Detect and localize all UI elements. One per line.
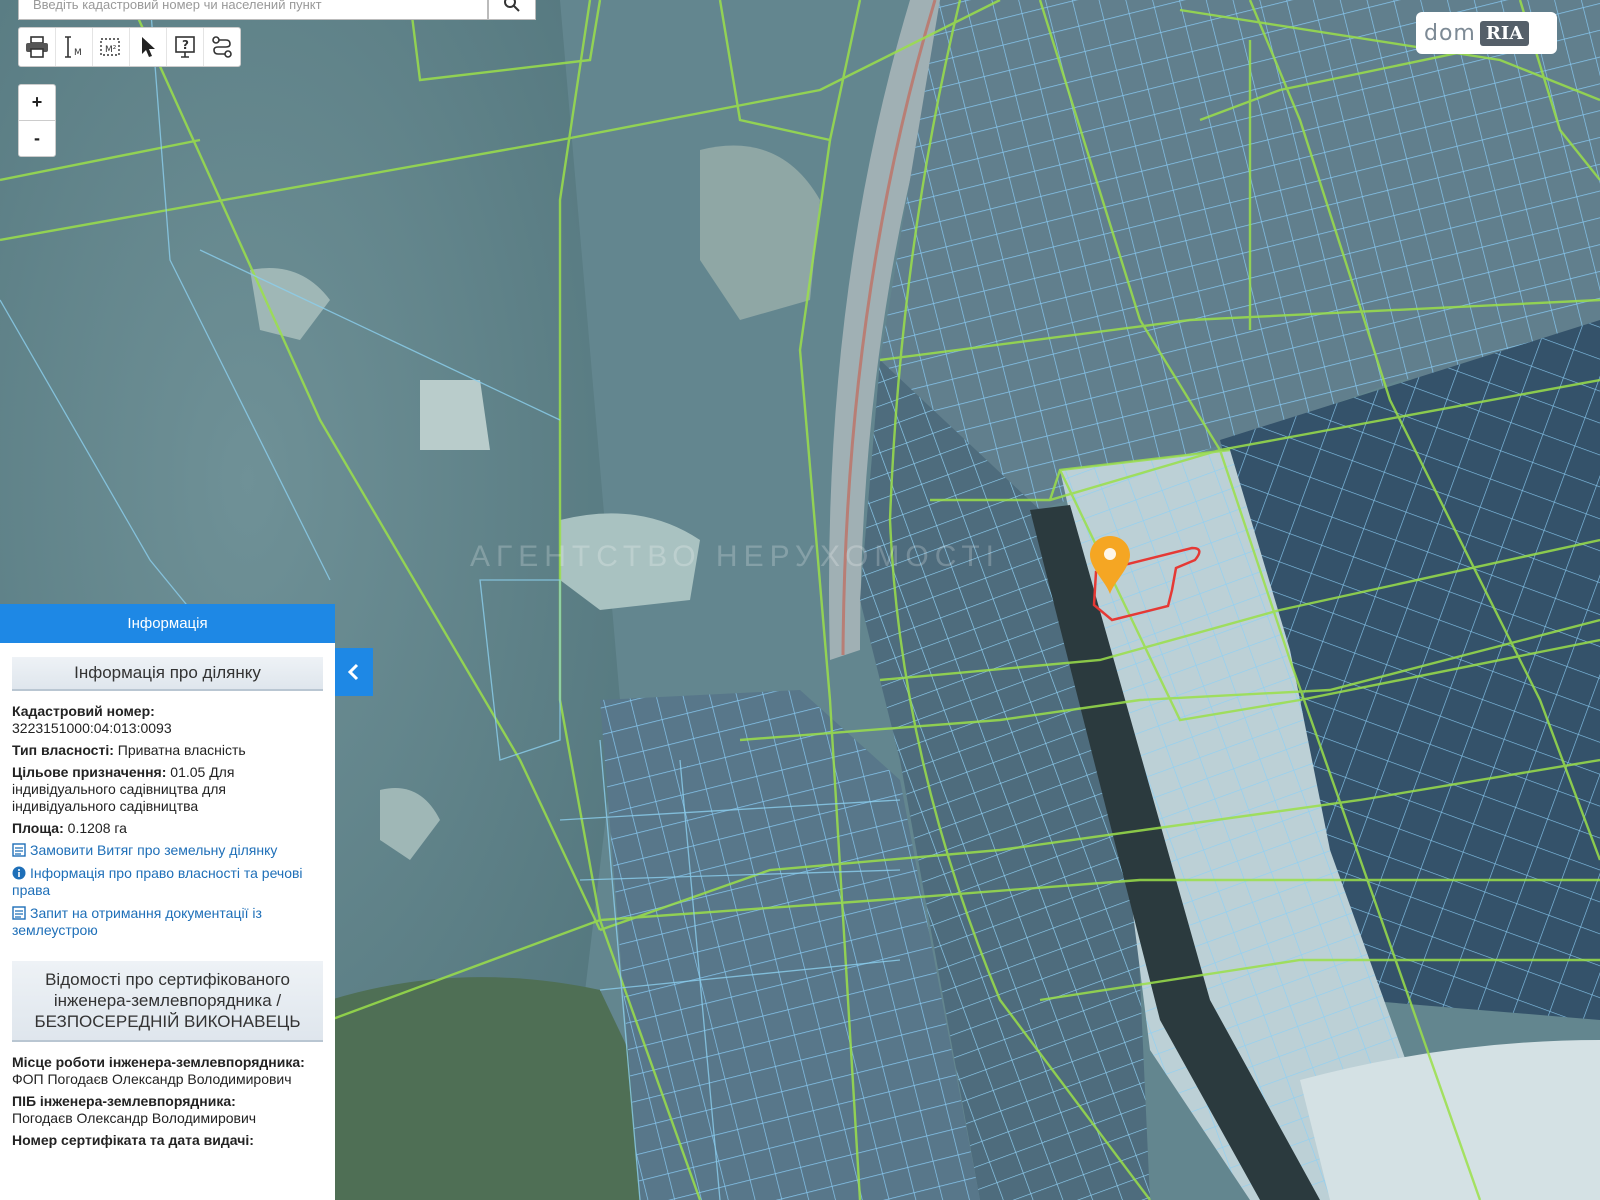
area-row: Площа: 0.1208 га [0,820,335,837]
parcel-info-title: Інформація про ділянку [12,657,323,691]
ownership-label: Тип власності: [12,742,114,758]
workplace-label: Місце роботи інженера-землевпорядника: [12,1054,305,1070]
print-button[interactable] [19,28,56,66]
measure-distance-icon: M [65,36,82,58]
purpose-label: Цільове призначення: [12,764,167,780]
info-icon: ? [175,36,195,58]
engineer-name-value: Погодаєв Олександр Володимирович [12,1110,257,1126]
measure-area-button[interactable]: M² [93,28,130,66]
engineer-info-title: Відомості про сертифікованого інженера-з… [12,961,323,1042]
measure-area-icon: M² [100,38,120,56]
ownership-value: Приватна власність [117,742,246,758]
zoom-control: + - [18,84,56,157]
search-icon [504,0,520,12]
area-label: Площа: [12,820,64,836]
order-extract-link[interactable]: Замовити Витяг про земельну ділянку [0,842,335,859]
search-button[interactable] [488,0,536,20]
search-input[interactable]: Введіть кадастровий номер чи населений п… [18,0,488,20]
ownership-row: Тип власності: Приватна власність [0,742,335,759]
svg-text:M: M [74,48,82,58]
printer-icon [26,36,48,58]
zoom-out-button[interactable]: - [19,121,55,156]
documentation-request-link[interactable]: Запит на отримання документації із земле… [0,905,335,939]
info-panel: Інформація Інформація про ділянку Кадаст… [0,604,335,1200]
order-extract-text: Замовити Витяг про земельну ділянку [30,842,278,858]
domria-logo: dom RIA [1416,12,1557,54]
measure-distance-button[interactable]: M [56,28,93,66]
collapse-panel-button[interactable] [335,648,373,696]
logo-dom-text: dom [1424,20,1476,46]
route-button[interactable] [204,28,240,66]
pointer-icon [142,37,155,57]
chevron-left-icon [347,663,359,681]
document-icon [12,906,26,920]
info-query-button[interactable]: ? [167,28,204,66]
area-value: 0.1208 га [67,820,127,836]
cadastral-number-value: 3223151000:04:013:0093 [12,720,172,736]
svg-text:?: ? [182,38,189,52]
panel-header: Інформація [0,604,335,643]
engineer-name-row: ПІБ інженера-землевпорядника: Погодаєв О… [0,1093,335,1127]
logo-ria-text: RIA [1479,20,1530,46]
ownership-rights-text: Інформація про право власності та речові… [12,865,303,898]
svg-text:M²: M² [105,45,117,55]
engineer-name-label: ПІБ інженера-землевпорядника: [12,1093,236,1109]
ownership-rights-link[interactable]: Інформація про право власності та речові… [0,865,335,899]
purpose-row: Цільове призначення: 01.05 Для індивідуа… [0,764,335,815]
cadastral-number-row: Кадастровий номер: 3223151000:04:013:009… [0,703,335,737]
clearing-4 [420,380,490,450]
workplace-row: Місце роботи інженера-землевпорядника: Ф… [0,1054,335,1088]
cadastral-number-label: Кадастровий номер: [12,703,155,719]
select-pointer-button[interactable] [130,28,167,66]
documentation-request-text: Запит на отримання документації із земле… [12,905,262,938]
agency-watermark: АГЕНТСТВО НЕРУХОМОСТІ [470,540,1001,573]
certificate-label: Номер сертифіката та дата видачі: [12,1132,254,1148]
workplace-value: ФОП Погодаєв Олександр Володимирович [12,1071,292,1087]
document-icon [12,843,26,857]
map-toolbar: M M² ? [18,27,241,67]
certificate-row: Номер сертифіката та дата видачі: [0,1132,335,1149]
zoom-in-button[interactable]: + [19,85,55,121]
route-icon [212,36,232,58]
info-circle-icon [12,866,26,880]
